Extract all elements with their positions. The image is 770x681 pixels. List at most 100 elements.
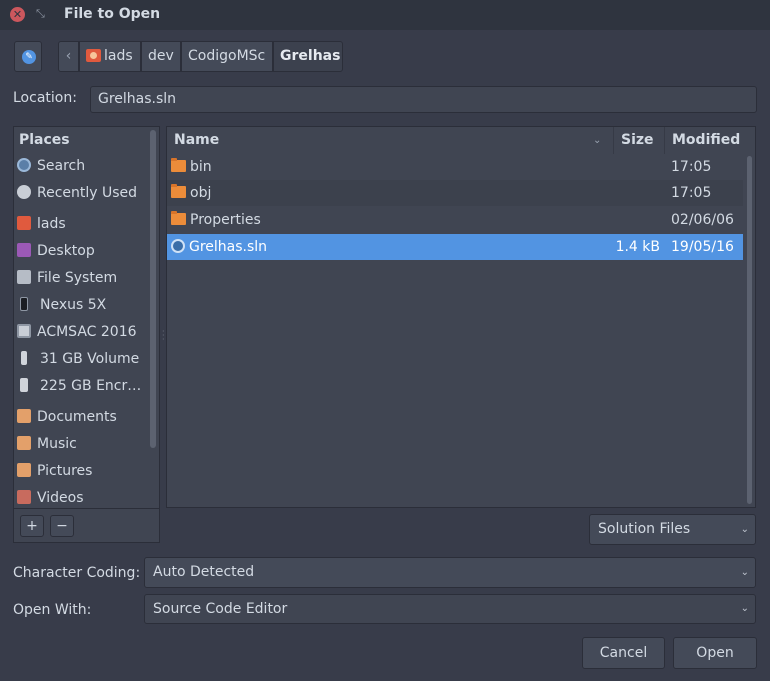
- file-modified: 17:05: [671, 185, 712, 201]
- breadcrumb-lads[interactable]: lads: [79, 41, 141, 72]
- chevron-down-icon: ⌄: [740, 603, 749, 614]
- file-modified: 17:05: [671, 159, 712, 175]
- place-file-system[interactable]: File System: [17, 267, 147, 289]
- place-label: Pictures: [37, 463, 93, 479]
- breadcrumb-dev[interactable]: dev: [141, 41, 181, 72]
- file-size: 1.4 kB: [615, 239, 660, 255]
- file-row-properties[interactable]: Properties 02/06/06: [167, 207, 743, 233]
- file-modified: 19/05/16: [671, 239, 734, 255]
- encrypted-drive-icon: [20, 378, 28, 392]
- file-row-grelhas-sln[interactable]: Grelhas.sln 1.4 kB 19/05/16: [167, 234, 743, 260]
- location-label: Location:: [13, 90, 77, 106]
- place-label: Documents: [37, 409, 117, 425]
- remove-bookmark-button[interactable]: −: [50, 515, 74, 537]
- search-icon: [17, 158, 31, 172]
- place-label: Nexus 5X: [40, 297, 107, 313]
- close-icon[interactable]: ✕: [10, 7, 25, 22]
- usb-drive-icon: [21, 351, 27, 365]
- places-sidebar: Places Search Recently Used lads Desktop…: [13, 126, 160, 509]
- place-31gb-volume[interactable]: 31 GB Volume: [17, 348, 147, 370]
- open-with-select[interactable]: Source Code Editor ⌄: [144, 594, 756, 624]
- place-label: 31 GB Volume: [40, 351, 140, 367]
- add-bookmark-button[interactable]: +: [20, 515, 44, 537]
- open-button[interactable]: Open: [673, 637, 757, 669]
- drive-icon: [17, 270, 31, 284]
- file-type-filter[interactable]: Solution Files ⌄: [589, 514, 756, 545]
- phone-icon: [20, 297, 28, 311]
- restore-icon[interactable]: ⤡: [36, 7, 48, 21]
- home-icon: [86, 49, 101, 62]
- pencil-icon: ✎: [22, 50, 36, 64]
- breadcrumb-codigomsc[interactable]: CodigoMSc: [181, 41, 273, 72]
- places-header: Places: [19, 132, 70, 148]
- place-label: lads: [37, 216, 66, 232]
- place-label: Music: [37, 436, 77, 452]
- place-search[interactable]: Search: [17, 155, 147, 177]
- file-name-label: obj: [190, 185, 212, 201]
- place-label: Recently Used: [37, 185, 138, 201]
- path-back-button[interactable]: ‹: [58, 41, 79, 72]
- file-name: obj: [171, 180, 211, 206]
- file-modified: 02/06/06: [671, 212, 734, 228]
- sort-descending-icon: ⌄: [593, 135, 602, 146]
- character-coding-label: Character Coding:: [13, 565, 141, 581]
- file-name: Grelhas.sln: [171, 234, 267, 260]
- file-list-scrollbar[interactable]: [747, 156, 752, 504]
- file-list: Name ⌄ Size Modified bin 17:05 obj 17:05…: [166, 126, 756, 508]
- places-scrollbar[interactable]: [150, 130, 156, 448]
- place-lads[interactable]: lads: [17, 213, 147, 235]
- file-name: Properties: [171, 207, 261, 233]
- file-name-label: Grelhas.sln: [189, 239, 268, 255]
- place-225gb-encrypted[interactable]: 225 GB Encrypted Volume: [17, 375, 147, 397]
- place-nexus-5x[interactable]: Nexus 5X: [17, 294, 147, 316]
- network-drive-icon: [17, 324, 31, 338]
- folder-icon: [171, 158, 186, 172]
- place-label: 225 GB Encrypted Volume: [40, 378, 147, 394]
- place-pictures[interactable]: Pictures: [17, 460, 147, 482]
- window-title: File to Open: [64, 6, 161, 22]
- character-coding-value: Auto Detected: [153, 564, 255, 580]
- places-toolbar: + −: [13, 509, 160, 543]
- file-row-obj[interactable]: obj 17:05: [167, 180, 743, 206]
- documents-folder-icon: [17, 409, 31, 423]
- title-bar: ✕ ⤡ File to Open: [0, 0, 770, 30]
- music-folder-icon: [17, 436, 31, 450]
- cancel-button[interactable]: Cancel: [582, 637, 665, 669]
- place-videos[interactable]: Videos: [17, 487, 147, 509]
- place-acmsac-2016[interactable]: ACMSAC 2016: [17, 321, 147, 343]
- place-documents[interactable]: Documents: [17, 406, 147, 428]
- character-coding-select[interactable]: Auto Detected ⌄: [144, 557, 756, 588]
- pane-resize-handle[interactable]: · · ·: [162, 328, 165, 344]
- solution-file-icon: [171, 239, 185, 253]
- column-header-size[interactable]: Size: [614, 127, 665, 154]
- place-desktop[interactable]: Desktop: [17, 240, 147, 262]
- folder-icon: [171, 184, 186, 198]
- column-header-name[interactable]: Name: [167, 127, 614, 154]
- breadcrumb-label: lads: [104, 48, 133, 64]
- open-with-value: Source Code Editor: [153, 601, 288, 617]
- file-name-label: bin: [190, 159, 212, 175]
- file-type-filter-value: Solution Files: [598, 521, 691, 537]
- place-label: Search: [37, 158, 86, 174]
- folder-icon: [171, 211, 186, 225]
- desktop-icon: [17, 243, 31, 257]
- breadcrumb-grelhas[interactable]: Grelhas: [273, 41, 343, 72]
- open-with-label: Open With:: [13, 602, 92, 618]
- place-recently-used[interactable]: Recently Used: [17, 182, 147, 204]
- videos-folder-icon: [17, 490, 31, 504]
- place-label: File System: [37, 270, 118, 286]
- file-row-bin[interactable]: bin 17:05: [167, 154, 743, 180]
- file-name-label: Properties: [190, 212, 261, 228]
- home-folder-icon: [17, 216, 31, 230]
- type-location-button[interactable]: ✎: [14, 41, 42, 72]
- chevron-down-icon: ⌄: [740, 524, 749, 535]
- place-label: ACMSAC 2016: [37, 324, 137, 340]
- pictures-folder-icon: [17, 463, 31, 477]
- location-input[interactable]: Grelhas.sln: [90, 86, 757, 113]
- place-label: Videos: [37, 490, 84, 506]
- column-header-modified[interactable]: Modified: [665, 127, 745, 154]
- file-name: bin: [171, 154, 212, 180]
- place-music[interactable]: Music: [17, 433, 147, 455]
- clock-icon: [17, 185, 31, 199]
- place-label: Desktop: [37, 243, 95, 259]
